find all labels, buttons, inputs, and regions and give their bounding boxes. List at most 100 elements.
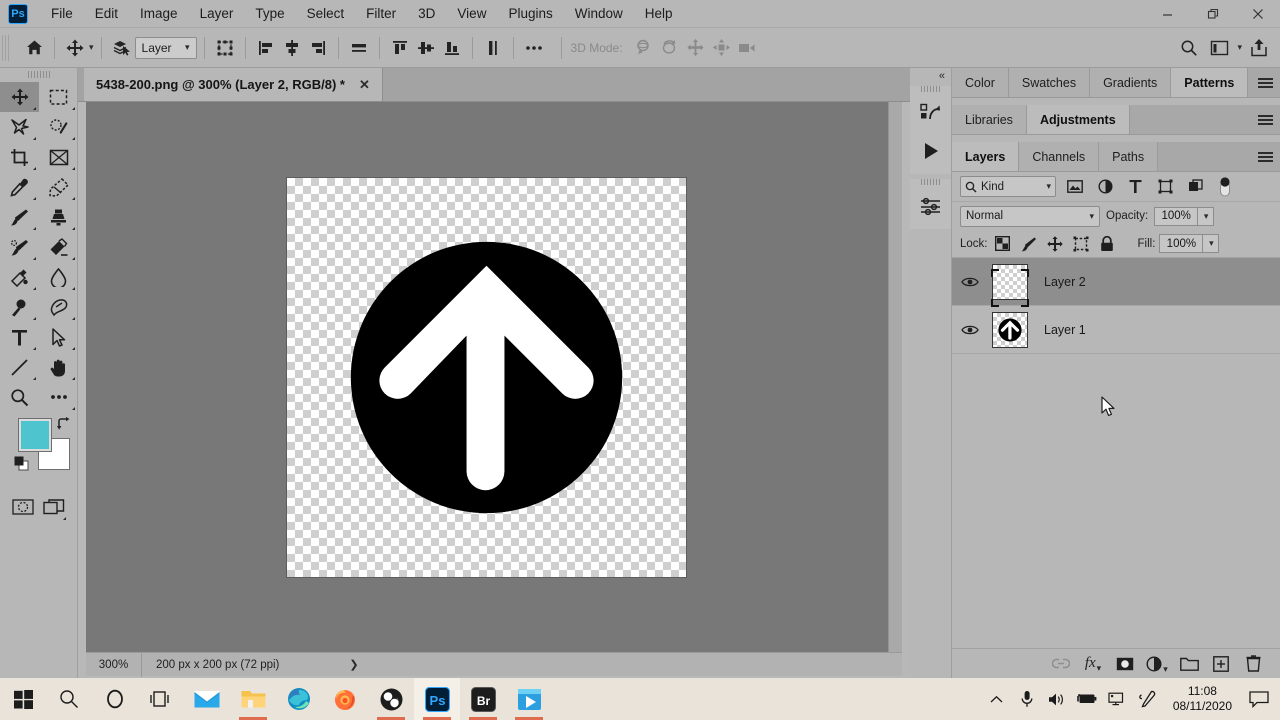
align-left-edges-icon[interactable] — [253, 35, 279, 61]
screen-mode-icon[interactable] — [39, 492, 70, 522]
zoom-tool[interactable] — [0, 382, 39, 412]
swap-colors-icon[interactable] — [56, 416, 72, 437]
filter-type-icon[interactable] — [1124, 176, 1146, 198]
document-tab[interactable]: 5438-200.png @ 300% (Layer 2, RGB/8) * ✕ — [84, 68, 383, 101]
default-colors-icon[interactable] — [14, 456, 29, 476]
link-layers-icon[interactable] — [1048, 652, 1074, 676]
file-explorer-icon[interactable] — [230, 678, 276, 720]
layer-visibility-toggle[interactable] — [952, 258, 988, 306]
tab-color[interactable]: Color — [952, 68, 1009, 97]
clone-stamp-tool[interactable] — [39, 202, 78, 232]
filter-toggle-icon[interactable] — [1214, 176, 1236, 198]
tab-paths[interactable]: Paths — [1099, 142, 1159, 171]
menu-filter[interactable]: Filter — [355, 0, 407, 28]
pen-tool[interactable] — [39, 292, 78, 322]
eyedropper-tool[interactable] — [0, 172, 39, 202]
mail-icon[interactable] — [184, 678, 230, 720]
foreground-color-swatch[interactable] — [18, 418, 52, 452]
menu-select[interactable]: Select — [296, 0, 356, 28]
layer-visibility-toggle[interactable] — [952, 306, 988, 354]
layer-row-layer-1[interactable]: Layer 1 — [952, 306, 1280, 354]
blur-tool[interactable] — [39, 262, 78, 292]
lock-all-icon[interactable] — [1096, 233, 1118, 255]
bridge-icon[interactable]: Br — [460, 678, 506, 720]
home-icon[interactable] — [21, 35, 47, 61]
move-tool[interactable] — [0, 82, 39, 112]
new-layer-icon[interactable] — [1208, 652, 1234, 676]
menu-type[interactable]: Type — [244, 0, 295, 28]
cortana-icon[interactable] — [92, 678, 138, 720]
move-target-select[interactable]: Layer ▾ — [134, 36, 197, 59]
blend-mode-select[interactable]: Normal ▾ — [960, 205, 1100, 227]
menu-layer[interactable]: Layer — [189, 0, 245, 28]
toolbar-grip[interactable] — [27, 71, 50, 78]
add-layer-style-icon[interactable]: fx ▾ — [1080, 652, 1106, 676]
layer-name[interactable]: Layer 1 — [1032, 323, 1086, 337]
layer-thumbnail-wrap[interactable] — [988, 263, 1032, 307]
fill-value[interactable]: 100% — [1159, 234, 1204, 253]
volume-icon[interactable] — [1043, 678, 1071, 720]
tab-adjustments[interactable]: Adjustments — [1026, 105, 1130, 134]
layer-thumbnail[interactable] — [992, 263, 1028, 300]
panel-menu-icon[interactable] — [1250, 142, 1280, 171]
canvas-vertical-scrollbar[interactable] — [888, 102, 902, 652]
collapse-panels-icon[interactable]: « — [910, 68, 951, 82]
obs-studio-icon[interactable] — [368, 678, 414, 720]
search-icon[interactable] — [46, 678, 92, 720]
task-view-icon[interactable] — [138, 678, 184, 720]
play-icon[interactable] — [910, 132, 952, 170]
canvas-area[interactable] — [86, 102, 888, 652]
align-top-edges-icon[interactable] — [387, 35, 413, 61]
dodge-tool[interactable] — [0, 292, 39, 322]
distribute-horizontal-icon[interactable] — [346, 35, 372, 61]
filter-pixel-icon[interactable] — [1064, 176, 1086, 198]
menu-file[interactable]: File — [40, 0, 84, 28]
horizontal-type-tool[interactable] — [0, 322, 39, 352]
align-right-edges-icon[interactable] — [305, 35, 331, 61]
opacity-stepper[interactable]: ▾ — [1198, 206, 1215, 226]
share-icon[interactable] — [1246, 35, 1272, 61]
menu-window[interactable]: Window — [564, 0, 634, 28]
tab-libraries[interactable]: Libraries — [952, 105, 1027, 134]
layer-filter-kind-select[interactable]: Kind ▾ — [960, 176, 1056, 197]
menu-3d[interactable]: 3D — [407, 0, 446, 28]
minimize-button[interactable] — [1145, 0, 1190, 28]
tab-patterns[interactable]: Patterns — [1171, 68, 1249, 97]
crop-tool[interactable] — [0, 142, 39, 172]
libraries-icon[interactable] — [910, 94, 952, 132]
chevron-right-icon[interactable]: ❯ — [349, 658, 358, 671]
lasso-tool[interactable] — [0, 112, 39, 142]
add-layer-mask-icon[interactable] — [1112, 652, 1138, 676]
microphone-icon[interactable] — [1013, 678, 1041, 720]
auto-select-layers-icon[interactable] — [109, 35, 135, 61]
roll-3d-icon[interactable] — [657, 35, 683, 61]
adjustments-icon[interactable] — [910, 187, 952, 225]
menu-help[interactable]: Help — [634, 0, 684, 28]
lock-position-icon[interactable] — [1044, 233, 1066, 255]
pan-3d-icon[interactable] — [683, 35, 709, 61]
layer-thumbnail-wrap[interactable] — [988, 311, 1032, 348]
chevron-down-icon[interactable]: ▾ — [1237, 42, 1242, 53]
filter-shape-icon[interactable] — [1154, 176, 1176, 198]
maximize-restore-button[interactable] — [1190, 0, 1235, 28]
frame-tool[interactable] — [39, 142, 78, 172]
menu-plugins[interactable]: Plugins — [497, 0, 563, 28]
layer-thumbnail[interactable] — [992, 311, 1028, 348]
more-options-icon[interactable] — [521, 35, 547, 61]
menu-edit[interactable]: Edit — [84, 0, 129, 28]
path-selection-tool[interactable] — [39, 322, 78, 352]
align-vertical-centers-icon[interactable] — [413, 35, 439, 61]
quick-mask-mode-icon[interactable] — [8, 492, 39, 522]
slide-3d-icon[interactable] — [709, 35, 735, 61]
align-bottom-edges-icon[interactable] — [439, 35, 465, 61]
rail-grip[interactable] — [920, 179, 941, 185]
new-fill-adjustment-layer-icon[interactable]: ▾ — [1144, 652, 1170, 676]
tab-swatches[interactable]: Swatches — [1008, 68, 1091, 97]
zoom-level[interactable]: 300% — [86, 652, 142, 677]
tab-channels[interactable]: Channels — [1019, 142, 1100, 171]
move-tool-options-caret-icon[interactable]: ▾ — [89, 42, 94, 53]
brush-tool[interactable] — [0, 202, 39, 232]
menu-image[interactable]: Image — [129, 0, 189, 28]
hand-tool[interactable] — [39, 352, 78, 382]
network-icon[interactable] — [1103, 678, 1131, 720]
